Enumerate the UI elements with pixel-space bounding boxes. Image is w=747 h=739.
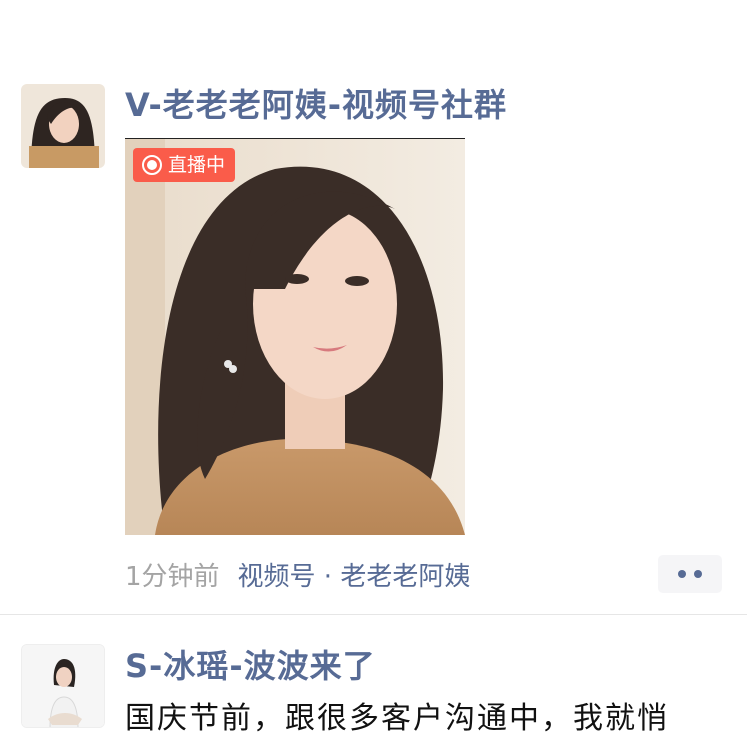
post-time: 1分钟前 [125, 561, 220, 592]
feed-post: V-老老老阿姨-视频号社群 直播中 1分钟前 视频号 · 老老老阿姨 [0, 0, 747, 614]
live-badge-label: 直播中 [168, 154, 226, 176]
channel-source-link[interactable]: 视频号 · 老老老阿姨 [238, 556, 471, 593]
author-avatar[interactable] [21, 644, 105, 728]
more-dot-icon [694, 570, 702, 578]
more-dot-icon [678, 570, 686, 578]
post-text: 国庆节前，跟很多客户沟通中，我就悄 [125, 701, 669, 736]
author-name[interactable]: V-老老老阿姨-视频号社群 [125, 85, 507, 125]
live-badge: 直播中 [133, 148, 236, 182]
moments-feed: V-老老老阿姨-视频号社群 直播中 1分钟前 视频号 · 老老老阿姨 S-冰瑶-… [0, 0, 747, 736]
more-actions-button[interactable] [658, 555, 722, 593]
post-meta: 1分钟前 视频号 · 老老老阿姨 [125, 556, 470, 592]
live-record-icon [142, 155, 162, 175]
feed-post: S-冰瑶-波波来了 国庆节前，跟很多客户沟通中，我就悄 [0, 615, 747, 736]
author-name[interactable]: S-冰瑶-波波来了 [125, 646, 376, 686]
author-avatar[interactable] [21, 84, 105, 168]
live-video-thumbnail[interactable]: 直播中 [125, 138, 465, 535]
